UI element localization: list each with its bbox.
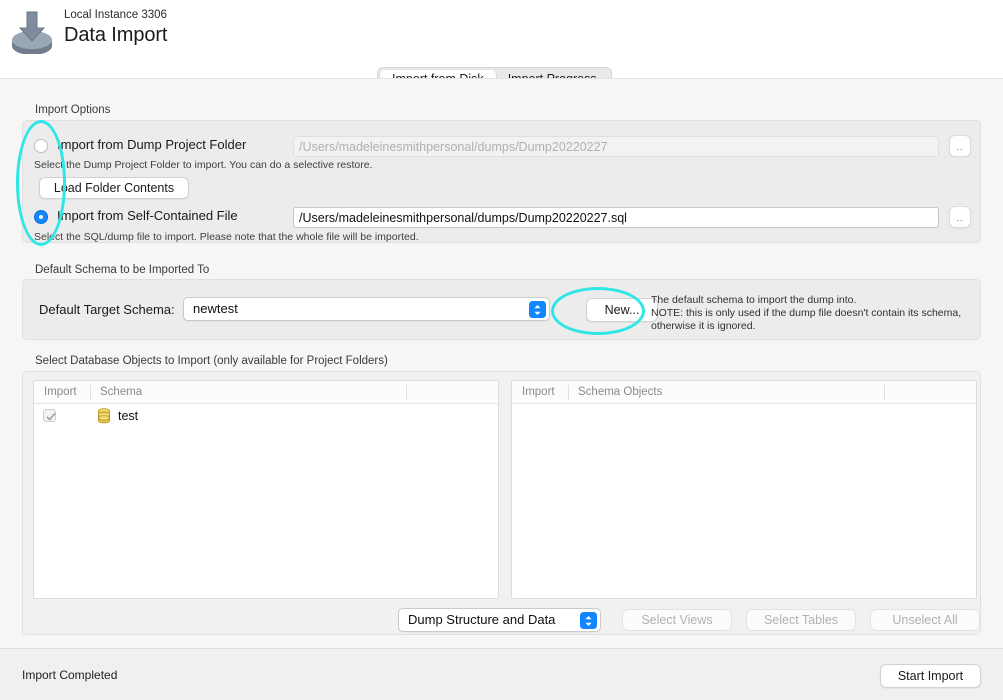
dump-folder-browse-button[interactable]: ..: [949, 135, 971, 157]
schema-table-col-import: Import: [44, 381, 77, 404]
database-icon: [97, 408, 111, 429]
column-divider[interactable]: [406, 385, 407, 400]
schema-name: test: [118, 407, 138, 425]
chevron-updown-icon[interactable]: [529, 301, 546, 318]
data-import-window: Local Instance 3306 Data Import Import f…: [0, 0, 1003, 700]
schema-objects-col-name: Schema Objects: [578, 381, 662, 404]
default-schema-group: Default Target Schema: newtest New... Th…: [22, 279, 981, 340]
select-objects-group: Import Schema: [22, 371, 981, 635]
select-views-button[interactable]: Select Views: [622, 609, 732, 631]
default-schema-label: Default Schema to be Imported To: [35, 264, 209, 276]
dump-type-select[interactable]: Dump Structure and Data: [398, 608, 601, 632]
row-import-checkbox: [43, 409, 56, 422]
default-target-schema-select[interactable]: newtest: [183, 297, 550, 321]
footer-bar: Import Completed Start Import: [0, 648, 1003, 700]
default-schema-help-line-3: otherwise it is ignored.: [651, 320, 755, 333]
import-database-icon: [8, 8, 56, 54]
self-contained-file-browse-button[interactable]: ..: [949, 206, 971, 228]
radio-import-from-self-contained-file-label: Import from Self-Contained File: [57, 208, 238, 223]
unselect-all-button[interactable]: Unselect All: [870, 609, 980, 631]
chevron-updown-icon[interactable]: [580, 612, 597, 629]
column-divider[interactable]: [568, 385, 569, 400]
radio-import-from-dump-folder[interactable]: [34, 139, 48, 153]
column-divider[interactable]: [884, 385, 885, 400]
table-row[interactable]: test: [34, 404, 498, 428]
radio-import-from-self-contained-file[interactable]: [34, 210, 48, 224]
header-text-block: Local Instance 3306 Data Import: [64, 8, 167, 47]
column-divider[interactable]: [90, 385, 91, 400]
default-schema-help-line-1: The default schema to import the dump in…: [651, 294, 856, 307]
default-schema-help-line-2: NOTE: this is only used if the dump file…: [651, 307, 961, 320]
select-objects-label: Select Database Objects to Import (only …: [35, 355, 388, 367]
schema-objects-col-import: Import: [522, 381, 555, 404]
instance-label: Local Instance 3306: [64, 8, 167, 22]
default-target-schema-value: newtest: [193, 298, 238, 320]
dump-type-value: Dump Structure and Data: [408, 609, 555, 631]
schema-table-header: Import Schema: [34, 381, 498, 404]
import-status-text: Import Completed: [22, 668, 117, 682]
start-import-button[interactable]: Start Import: [880, 664, 981, 688]
default-target-schema-label: Default Target Schema:: [39, 302, 175, 317]
window-header: Local Instance 3306 Data Import: [0, 0, 1003, 62]
dump-folder-hint: Select the Dump Project Folder to import…: [34, 159, 373, 171]
main-surface: Import Options Import from Dump Project …: [0, 78, 1003, 648]
import-options-group: Import from Dump Project Folder /Users/m…: [22, 120, 981, 243]
self-contained-file-hint: Select the SQL/dump file to import. Plea…: [34, 231, 419, 243]
new-schema-button[interactable]: New...: [586, 298, 658, 322]
schema-objects-table-header: Import Schema Objects: [512, 381, 976, 404]
schema-table-col-schema: Schema: [100, 381, 142, 404]
page-title: Data Import: [64, 23, 167, 47]
schema-objects-table[interactable]: Import Schema Objects: [511, 380, 977, 599]
schema-table[interactable]: Import Schema: [33, 380, 499, 599]
dump-folder-path-input: /Users/madeleinesmithpersonal/dumps/Dump…: [293, 136, 939, 157]
self-contained-file-path-input[interactable]: /Users/madeleinesmithpersonal/dumps/Dump…: [293, 207, 939, 228]
import-options-label: Import Options: [35, 104, 110, 116]
load-folder-contents-button[interactable]: Load Folder Contents: [39, 177, 189, 199]
radio-import-from-dump-folder-label: Import from Dump Project Folder: [57, 137, 246, 152]
select-tables-button[interactable]: Select Tables: [746, 609, 856, 631]
